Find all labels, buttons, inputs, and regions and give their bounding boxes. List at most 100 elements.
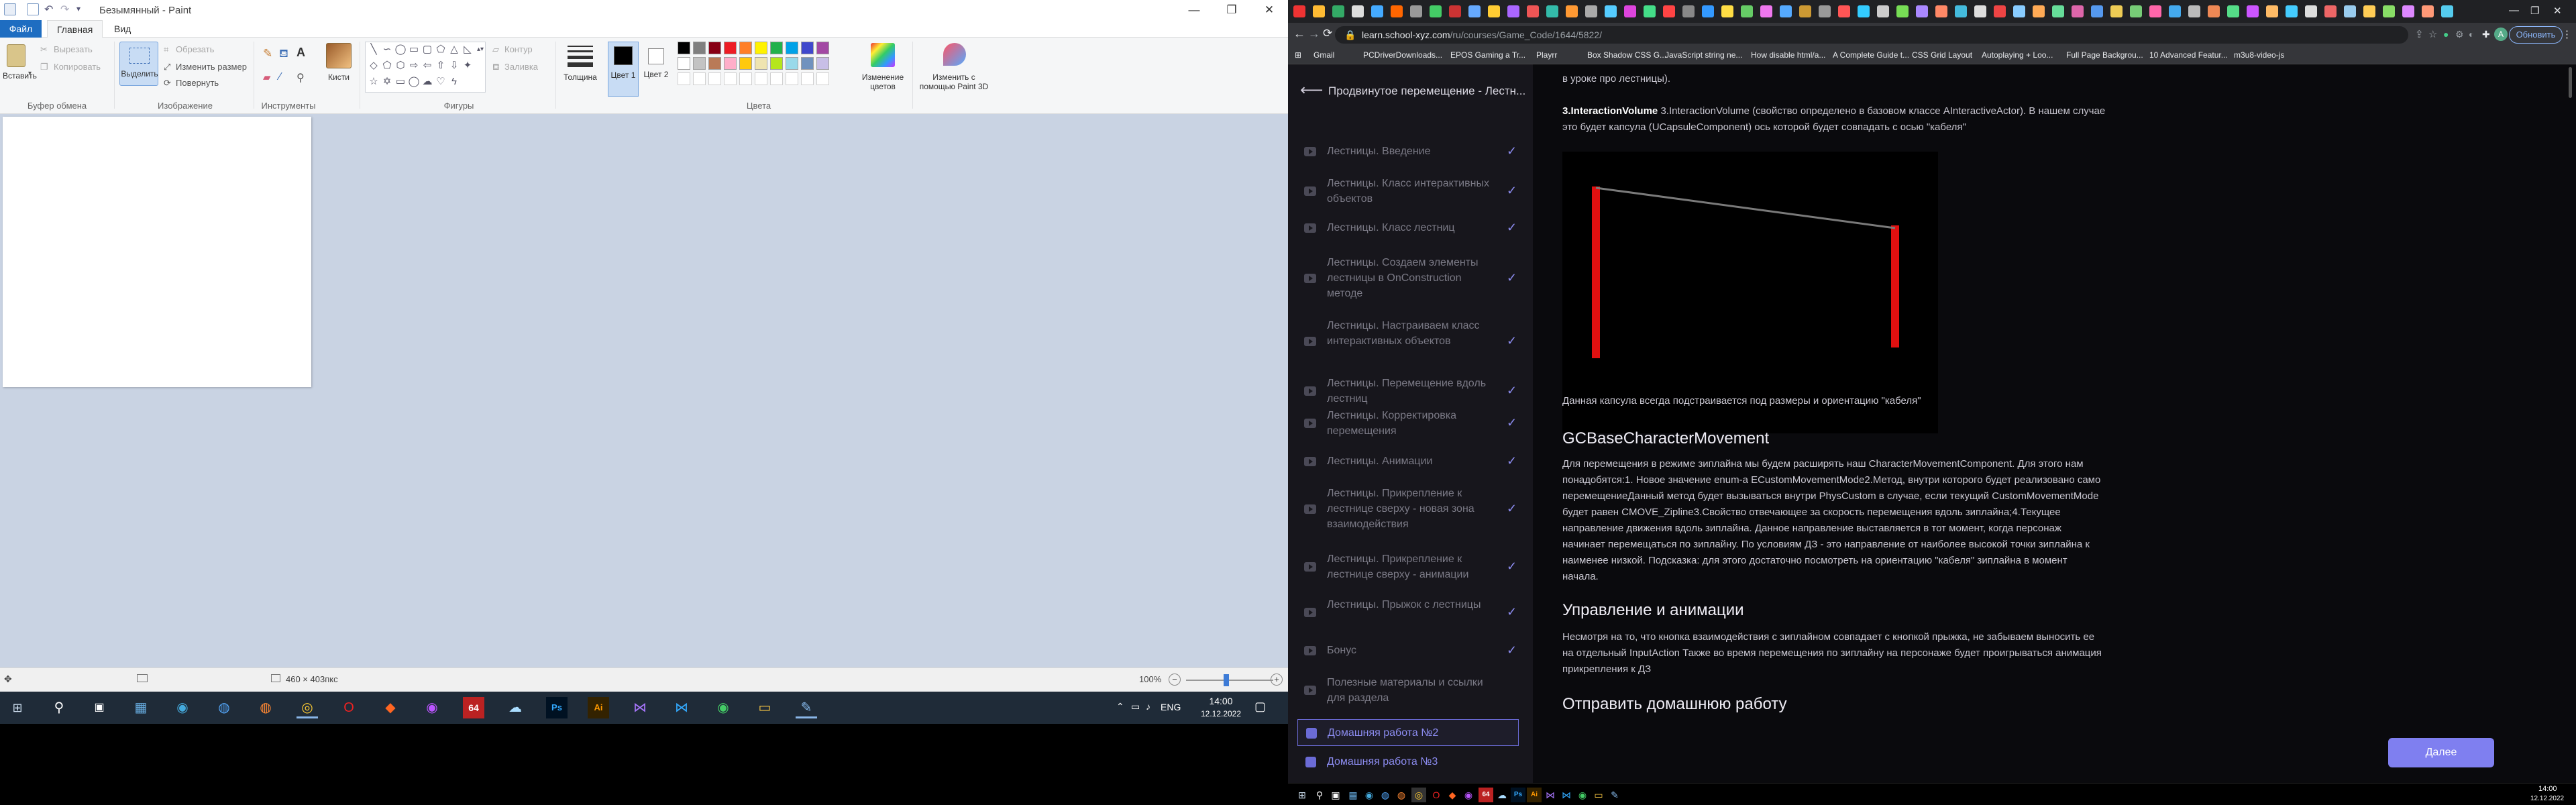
browser-tab[interactable] (1819, 5, 1831, 17)
browser-tab[interactable] (1935, 5, 1947, 17)
browser-tab[interactable] (2441, 5, 2453, 17)
browser-tab[interactable] (1293, 5, 1305, 17)
homework-item-3[interactable]: Домашняя работа №3 (1297, 749, 1519, 775)
calculator-icon[interactable]: ▦ (1346, 788, 1360, 802)
diamond-shape-icon[interactable]: ◇ (367, 60, 380, 72)
magnifier-icon[interactable]: ⚲ (297, 71, 305, 85)
edit-colors-button[interactable]: Изменение цветов (855, 72, 911, 91)
undo-icon[interactable]: ↶ (44, 3, 53, 16)
palette-swatch[interactable] (678, 42, 690, 54)
chrome-icon[interactable]: ◎ (297, 697, 318, 718)
browser-tab[interactable] (1741, 5, 1753, 17)
triangle-shape-icon[interactable]: △ (447, 44, 461, 56)
xbox-icon[interactable]: ◉ (1575, 788, 1590, 802)
browser-tab[interactable] (1974, 5, 1986, 17)
lesson-item[interactable]: Лестницы. Класс интерактивных объектов ✓ (1288, 176, 1533, 207)
palette-swatch[interactable] (678, 57, 690, 70)
lesson-item[interactable]: Лестницы. Введение ✓ (1288, 144, 1533, 160)
browser-tab[interactable] (1546, 5, 1558, 17)
chrome-icon[interactable]: ◎ (1411, 788, 1426, 802)
address-bar[interactable]: 🔒 learn.school-xyz.com/ru/courses/Game_C… (1335, 26, 2408, 44)
browser-tab[interactable] (2208, 5, 2220, 17)
paint3d-button[interactable]: Изменить с помощью Paint 3D (916, 72, 991, 91)
bookmark-item[interactable]: PCDriverDownloads... (1363, 50, 1442, 60)
lesson-item[interactable]: Бонус ✓ (1288, 643, 1533, 659)
browser-tab[interactable] (1799, 5, 1811, 17)
tab-home[interactable]: Главная (47, 20, 103, 38)
vscode-icon[interactable]: ⋈ (1559, 788, 1574, 802)
text-tool-icon[interactable]: A (297, 46, 305, 60)
brave-icon[interactable]: ◆ (380, 697, 401, 718)
browser-tab[interactable] (2247, 5, 2259, 17)
browser-tab[interactable] (1507, 5, 1519, 17)
bookmark-item[interactable]: Gmail (1313, 50, 1334, 60)
browser-tab[interactable] (1391, 5, 1403, 17)
palette-empty-swatch[interactable] (801, 72, 814, 85)
podcast-icon[interactable]: ◉ (421, 697, 443, 718)
close-button[interactable]: ✕ (1250, 0, 1288, 20)
browser-tab[interactable] (2227, 5, 2239, 17)
browser-tab[interactable] (2402, 5, 2414, 17)
palette-swatch[interactable] (786, 42, 798, 54)
lesson-item[interactable]: Лестницы. Прикрепление к лестнице сверху… (1288, 551, 1533, 582)
browser-tab[interactable] (2422, 5, 2434, 17)
palette-swatch[interactable] (739, 42, 752, 54)
volume-icon[interactable]: ♪ (1146, 701, 1150, 712)
search-icon[interactable]: ⚲ (48, 697, 70, 718)
podcast-icon[interactable]: ◉ (1461, 788, 1476, 802)
browser-tab[interactable] (1313, 5, 1325, 17)
taskbar-time[interactable]: 14:00 (1201, 696, 1241, 706)
brave-icon[interactable]: ◆ (1445, 788, 1460, 802)
bookmark-item[interactable]: Full Page Backgrou... (2066, 50, 2143, 60)
zoom-slider-handle[interactable] (1224, 674, 1229, 686)
lesson-item[interactable]: Лестницы. Прыжок с лестницы ✓ (1288, 597, 1533, 628)
oval-shape-icon[interactable]: ◯ (394, 44, 407, 56)
share-icon[interactable]: ⇪ (2415, 28, 2424, 40)
extension-icon[interactable]: ◐ (2469, 29, 2474, 40)
browser-tab[interactable] (1702, 5, 1714, 17)
taskbar-date[interactable]: 12.12.2022 (2530, 795, 2564, 802)
browser-tab[interactable] (1760, 5, 1772, 17)
cloud-icon[interactable]: ☁ (1495, 788, 1509, 802)
palette-swatch[interactable] (770, 57, 783, 70)
browser-tab[interactable] (1877, 5, 1889, 17)
browser-tab[interactable] (2091, 5, 2103, 17)
illustrator-icon[interactable]: Ai (588, 697, 609, 718)
file-explorer-icon[interactable]: ▭ (1591, 788, 1606, 802)
crop-button[interactable]: Обрезать (176, 44, 214, 54)
color1-button[interactable]: Цвет 1 (608, 42, 639, 97)
apps-grid-icon[interactable]: ⊞ (1295, 50, 1301, 60)
color-picker-icon[interactable]: ⁄ (279, 71, 281, 83)
browser-tab[interactable] (1332, 5, 1344, 17)
firefox-icon[interactable]: ◍ (1378, 788, 1393, 802)
menu-kebab-icon[interactable]: ⋮ (2562, 28, 2572, 40)
arrow-down-shape-icon[interactable]: ⇩ (447, 60, 461, 72)
paint-taskbar-icon[interactable]: ✎ (796, 697, 817, 718)
arrow-left-shape-icon[interactable]: ⇦ (421, 60, 434, 72)
callout-oval-shape-icon[interactable]: ◯ (407, 76, 421, 88)
minimize-button[interactable]: — (1175, 0, 1213, 20)
palette-swatch[interactable] (724, 57, 737, 70)
browser-tab[interactable] (1566, 5, 1578, 17)
windows-start-icon[interactable]: ⊞ (1295, 788, 1309, 802)
visual-studio-icon[interactable]: ⋈ (1543, 788, 1558, 802)
browser-tab[interactable] (1721, 5, 1733, 17)
browser-tab[interactable] (1858, 5, 1870, 17)
browser-tab[interactable] (1624, 5, 1636, 17)
bookmark-star-icon[interactable]: ☆ (2428, 28, 2437, 40)
tab-view[interactable]: Вид (105, 20, 140, 38)
palette-swatch[interactable] (801, 42, 814, 54)
browser-tab[interactable] (1410, 5, 1422, 17)
browser-tab[interactable] (2052, 5, 2064, 17)
lesson-item[interactable]: Лестницы. Настраиваем класс интерактивны… (1288, 318, 1533, 365)
palette-swatch[interactable] (724, 42, 737, 54)
windows-start-icon[interactable]: ⊞ (7, 697, 28, 718)
calculator-icon[interactable]: ▦ (130, 697, 152, 718)
file-explorer-icon[interactable]: ▭ (754, 697, 775, 718)
photoshop-icon[interactable]: Ps (1511, 788, 1525, 802)
fill-button[interactable]: Заливка (504, 62, 538, 72)
extension-icon[interactable]: ● (2443, 29, 2449, 40)
aida64-icon[interactable]: 64 (1479, 788, 1493, 802)
lesson-item[interactable]: Лестницы. Корректировка перемещения ✓ (1288, 408, 1533, 439)
lesson-item[interactable]: Лестницы. Перемещение вдоль лестниц ✓ (1288, 376, 1533, 407)
